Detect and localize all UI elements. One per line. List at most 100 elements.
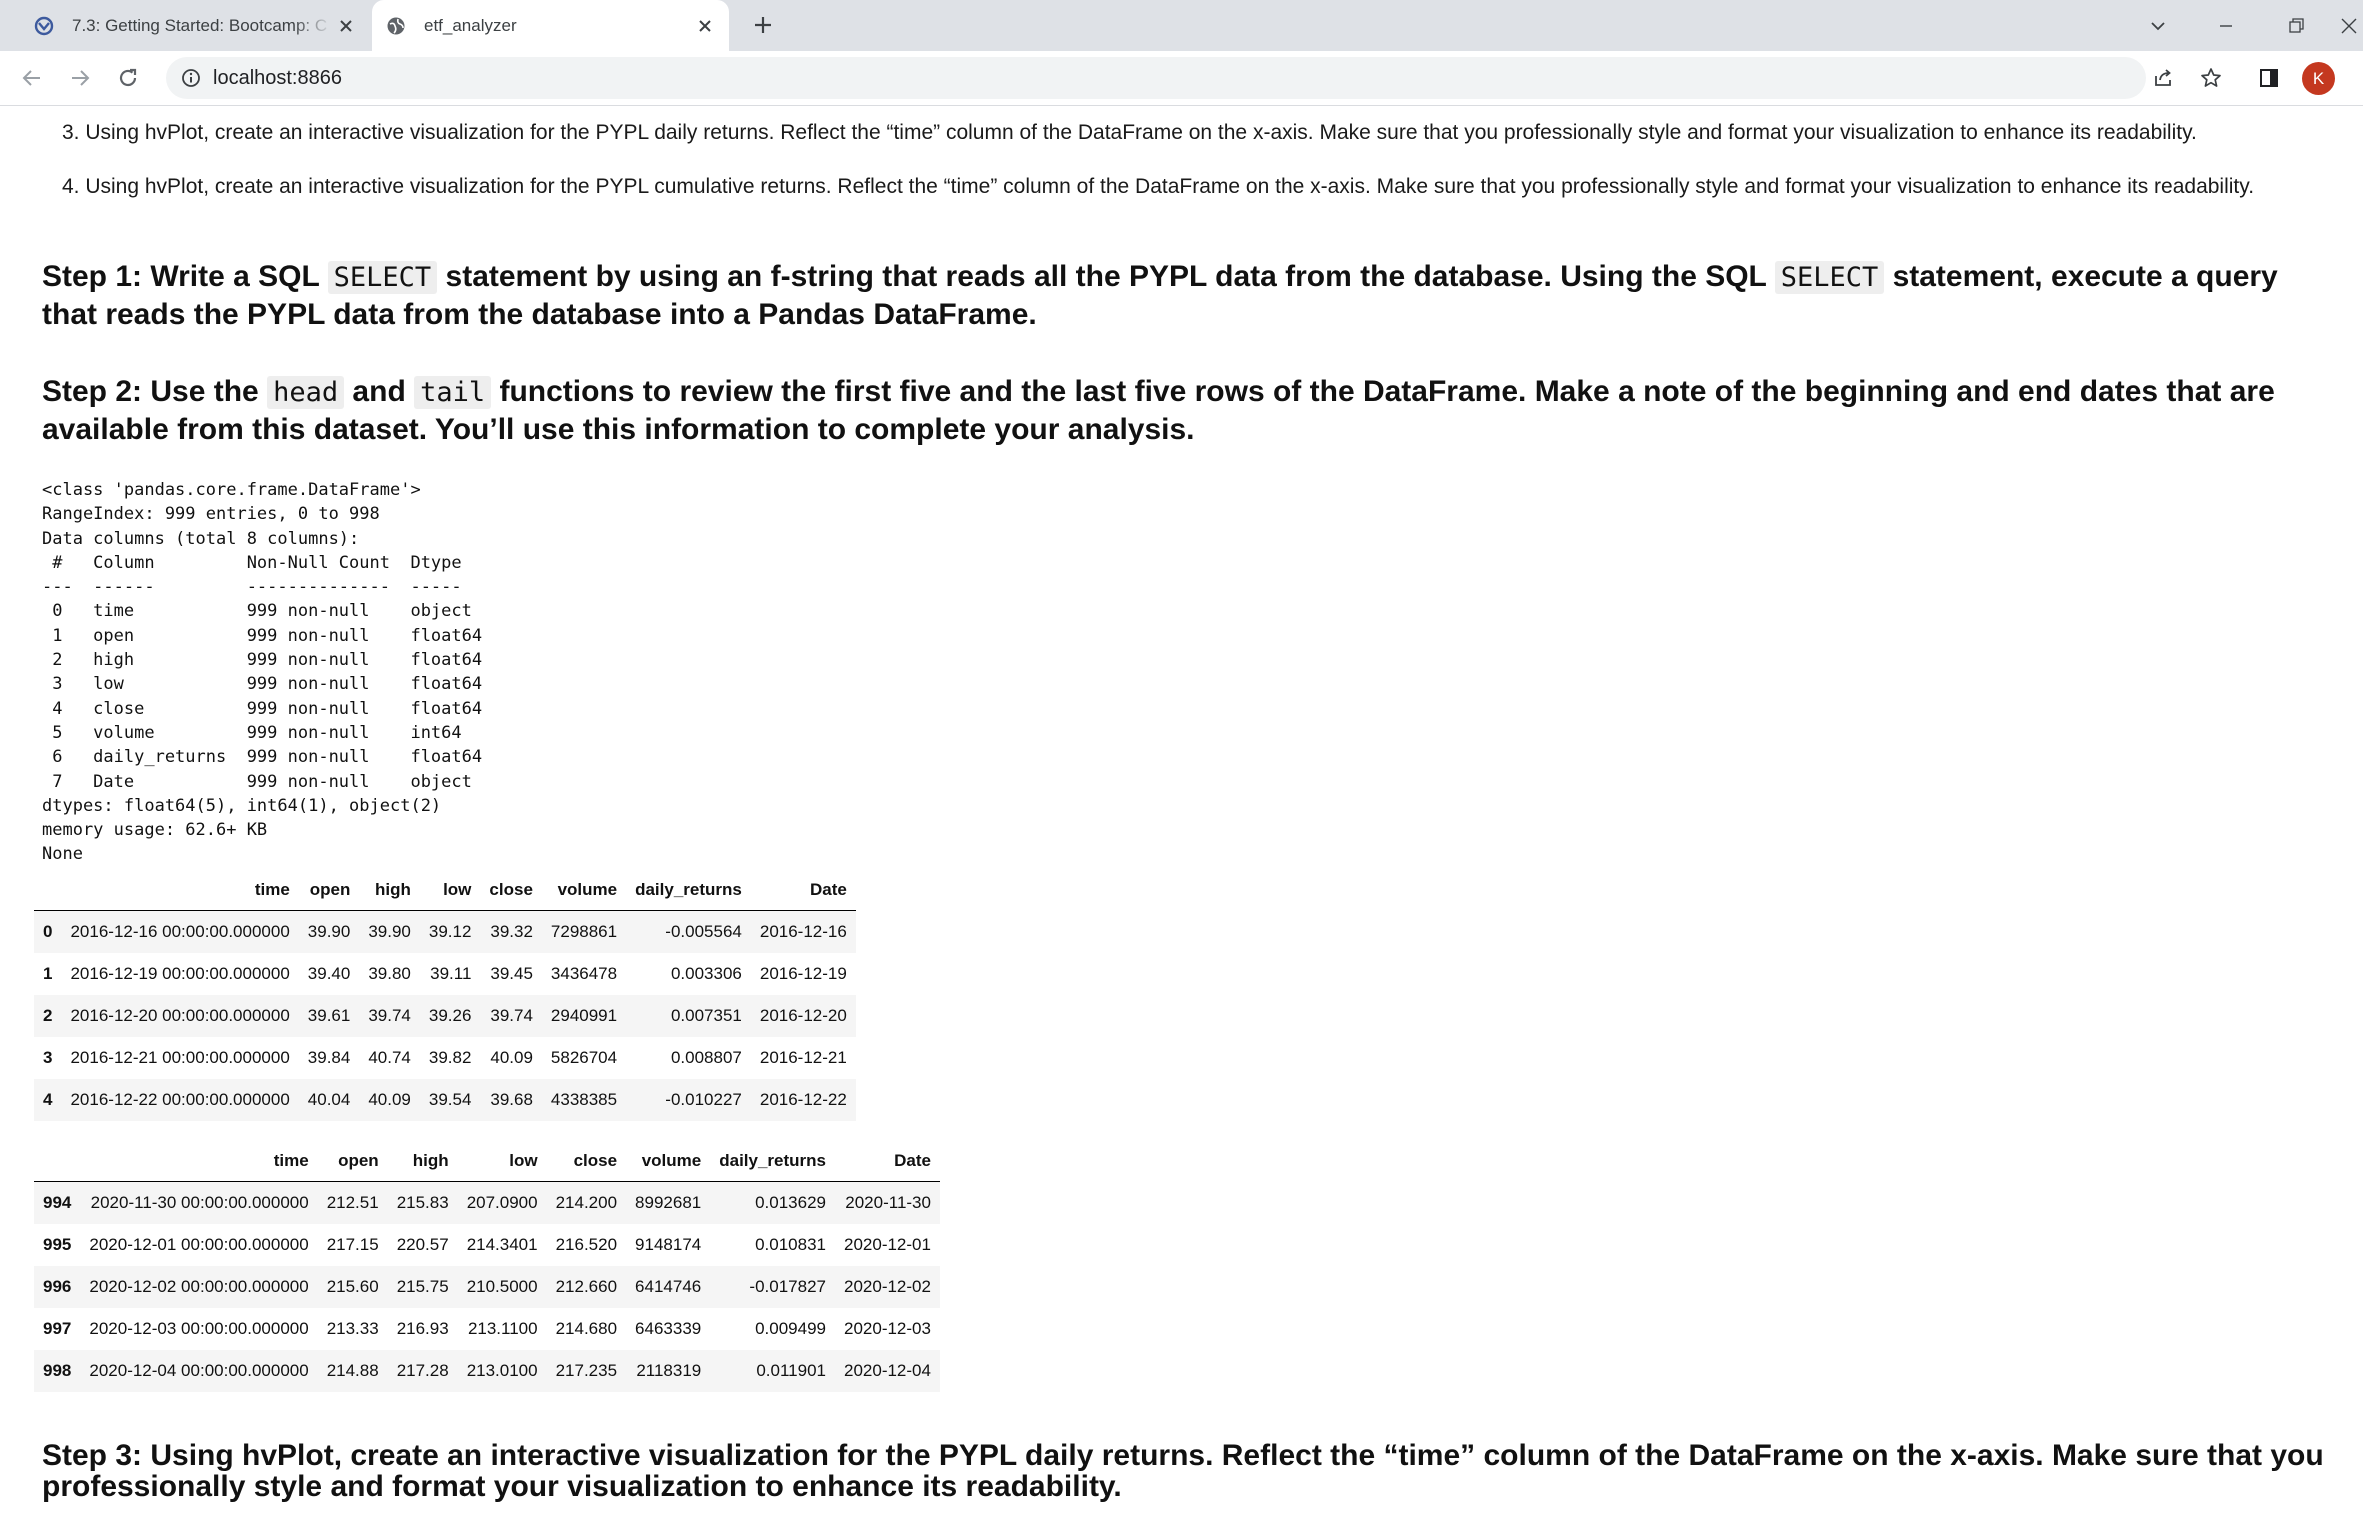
chevron-down-icon <box>2151 22 2165 31</box>
list-item: 3. Using hvPlot, create an interactive v… <box>62 121 2197 144</box>
new-tab-button[interactable] <box>748 10 778 40</box>
table-row: 4 2016-12-22 00:00:00.000000 40.04 40.09 39.… <box>34 1079 856 1121</box>
column-header: daily_returns <box>710 1140 835 1182</box>
tab-bootcamp[interactable]: 7.3: Getting Started: Bootcamp: C <box>20 0 370 51</box>
table-cell: 39.45 <box>490 964 533 983</box>
table-cell: 207.0900 <box>466 1193 538 1212</box>
table-cell: 2016-12-20 <box>759 1006 847 1025</box>
table-cell: 2016-12-22 <box>759 1090 847 1109</box>
table-row: 998 2020-12-04 00:00:00.000000 214.88 217.2… <box>34 1350 940 1392</box>
table-cell: 2016-12-21 00:00:00.000000 <box>70 1048 290 1067</box>
step1-heading: Step 1: Write a SQL SELECT statement by … <box>42 258 2332 333</box>
column-header: close <box>480 869 542 911</box>
table-cell: 216.93 <box>396 1319 449 1338</box>
table-cell: -0.005564 <box>665 922 742 941</box>
table-row: 0 2016-12-16 00:00:00.000000 39.90 39.90 39.… <box>34 910 856 953</box>
table-cell: 212.51 <box>326 1193 379 1212</box>
side-panel-icon <box>2260 69 2278 87</box>
table-cell: 39.54 <box>428 1090 472 1109</box>
step2-text: Step 2: Use the <box>42 375 268 408</box>
step1-text: statement by using an f-string that read… <box>437 260 1775 293</box>
window-close-button[interactable] <box>2340 8 2363 44</box>
column-header: volume <box>626 1140 711 1182</box>
row-index: 1 <box>43 964 53 983</box>
table-cell: 39.84 <box>307 1048 351 1067</box>
info-icon[interactable] <box>179 66 203 90</box>
share-button[interactable] <box>2146 61 2180 95</box>
reload-button[interactable] <box>110 60 146 96</box>
table-cell: -0.017827 <box>749 1277 826 1296</box>
table-cell: 39.74 <box>368 1006 411 1025</box>
column-header: low <box>457 1140 547 1182</box>
restore-button[interactable] <box>2278 8 2314 44</box>
column-header: daily_returns <box>626 869 751 911</box>
table-cell: 2016-12-22 00:00:00.000000 <box>70 1090 290 1109</box>
table-cell: 215.60 <box>326 1277 379 1296</box>
close-icon[interactable] <box>691 12 719 40</box>
table-cell: 40.09 <box>490 1048 533 1067</box>
step2-heading: Step 2: Use the head and tail functions … <box>42 373 2332 448</box>
reload-icon <box>119 68 137 87</box>
table-cell: 39.74 <box>490 1006 533 1025</box>
tail-table: time open high low close volume daily_re… <box>34 1140 940 1392</box>
table-cell: 2940991 <box>550 1006 618 1025</box>
table-cell: 40.04 <box>307 1090 351 1109</box>
table-cell: 220.57 <box>396 1235 449 1254</box>
forward-button[interactable] <box>62 60 98 96</box>
table-cell: 0.013629 <box>755 1193 826 1212</box>
table-cell: 2016-12-16 <box>759 922 847 941</box>
table-cell: 39.61 <box>307 1006 351 1025</box>
row-index: 997 <box>43 1319 72 1338</box>
share-icon <box>2155 69 2171 86</box>
table-cell: 212.660 <box>555 1277 618 1296</box>
table-cell: 2020-12-04 <box>844 1361 931 1380</box>
table-cell: 217.235 <box>555 1361 618 1380</box>
column-header: low <box>419 869 481 911</box>
column-header <box>34 1140 81 1182</box>
tab-title: etf_analyzer <box>424 15 517 35</box>
column-header: time <box>61 869 299 911</box>
minimize-button[interactable] <box>2208 8 2244 44</box>
head-table: time open high low close volume daily_re… <box>34 869 856 1121</box>
table-cell: 39.11 <box>430 964 472 983</box>
side-panel-button[interactable] <box>2252 61 2286 95</box>
tab-etf-analyzer[interactable]: etf_analyzer <box>372 0 729 51</box>
table-cell: 6463339 <box>635 1319 702 1338</box>
tab-search-button[interactable] <box>2140 8 2176 44</box>
table-header-row: time open high low close volume daily_re… <box>34 1140 940 1182</box>
table-cell: 2016-12-20 00:00:00.000000 <box>70 1006 290 1025</box>
table-cell: 39.40 <box>307 964 351 983</box>
table-cell: 2118319 <box>636 1361 702 1380</box>
table-cell: 40.74 <box>368 1048 411 1067</box>
table-cell: 217.15 <box>326 1235 379 1254</box>
table-cell: 210.5000 <box>466 1277 538 1296</box>
table-cell: 0.010831 <box>755 1235 826 1254</box>
table-row: 994 2020-11-30 00:00:00.000000 212.51 215.8… <box>34 1181 940 1224</box>
tail-code: tail <box>414 376 492 409</box>
head-code: head <box>267 376 345 409</box>
table-cell: 217.28 <box>396 1361 449 1380</box>
notebook-content: 3. Using hvPlot, create an interactive v… <box>0 106 2363 1517</box>
row-index: 2 <box>43 1006 53 1025</box>
close-icon[interactable] <box>332 12 360 40</box>
table-cell: 39.80 <box>368 964 411 983</box>
table-cell: 6414746 <box>635 1277 702 1296</box>
table-cell: 2016-12-16 00:00:00.000000 <box>70 922 290 941</box>
table-cell: 4338385 <box>550 1090 618 1109</box>
globe-icon <box>384 14 408 38</box>
step1-text: Step 1: Write a SQL <box>42 260 328 293</box>
sql-select-code: SELECT <box>1774 261 1885 294</box>
avatar[interactable]: K <box>2302 62 2335 95</box>
close-icon <box>2341 18 2357 34</box>
table-cell: 2020-12-03 <box>844 1319 931 1338</box>
bookmark-button[interactable] <box>2194 61 2228 95</box>
row-index: 4 <box>43 1090 53 1109</box>
address-bar[interactable]: localhost:8866 <box>166 57 2146 99</box>
table-cell: 39.90 <box>307 922 351 941</box>
table-cell: 0.011901 <box>756 1361 826 1380</box>
back-button[interactable] <box>14 60 50 96</box>
table-header-row: time open high low close volume daily_re… <box>34 869 856 911</box>
table-cell: 2016-12-19 00:00:00.000000 <box>70 964 290 983</box>
column-header: open <box>317 1140 388 1182</box>
table-cell: 39.32 <box>490 922 533 941</box>
